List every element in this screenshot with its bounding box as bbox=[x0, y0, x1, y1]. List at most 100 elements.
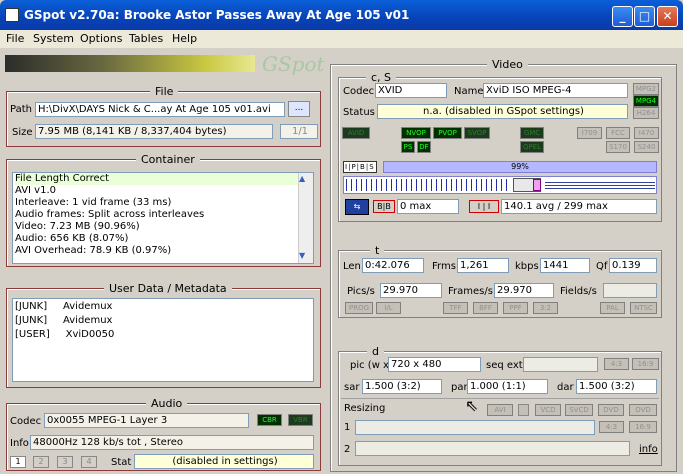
audio-info-field: 48000Hz 128 kb/s tot , Stereo bbox=[30, 435, 314, 450]
fields-field bbox=[603, 283, 657, 298]
path-field[interactable]: H:\DivX\DAYS Nick & C...ay At Age 105 v0… bbox=[35, 102, 285, 117]
size-field: 7.95 MB (8,141 KB / 8,337,404 bytes) bbox=[35, 124, 273, 139]
kbps-field: 1441 bbox=[540, 258, 590, 273]
avi-button[interactable]: AVI bbox=[487, 404, 513, 416]
timing-subgroup-title: t bbox=[370, 244, 385, 257]
resize-169-button[interactable]: 16:9 bbox=[629, 421, 657, 433]
scroll-down-icon[interactable]: ▼ bbox=[299, 251, 305, 260]
list-item: AVI v1.0 bbox=[15, 185, 56, 196]
tff-indicator: TFF bbox=[443, 302, 468, 314]
video-group-title: Video bbox=[487, 58, 528, 71]
bff-indicator: BFF bbox=[473, 302, 498, 314]
resize-row-1-label: 1 bbox=[344, 422, 351, 433]
audio-tab-2[interactable]: 2 bbox=[33, 456, 49, 468]
pics-field: 29.970 bbox=[380, 283, 442, 298]
svcd-button[interactable]: SVCD bbox=[565, 404, 593, 416]
resize-43-button[interactable]: 4:3 bbox=[599, 421, 624, 433]
gmc-indicator: GMC bbox=[520, 127, 544, 139]
bframe-icon: ⇆ bbox=[345, 199, 369, 215]
menu-file[interactable]: File bbox=[6, 32, 24, 45]
ar-169-button[interactable]: 16:9 bbox=[632, 358, 659, 370]
ip-avg-field: 140.1 avg / 299 max bbox=[501, 199, 657, 214]
resize-row-2-label: 2 bbox=[344, 444, 351, 455]
pics-label: Pics/s bbox=[347, 286, 375, 297]
ppf-indicator: PPF bbox=[503, 302, 528, 314]
container-scrollbar[interactable] bbox=[298, 173, 313, 263]
menu-help[interactable]: Help bbox=[172, 32, 197, 45]
dimensions-subgroup-title: d bbox=[367, 345, 384, 358]
resizing-label: Resizing bbox=[344, 403, 386, 414]
resize-row-1-field bbox=[355, 420, 595, 435]
size-label: Size bbox=[12, 127, 33, 138]
gop-ticks bbox=[346, 179, 511, 191]
menu-system[interactable]: System bbox=[33, 32, 74, 45]
list-item: Audio: 656 KB (8.07%) bbox=[15, 233, 129, 244]
divider bbox=[341, 398, 659, 399]
ar-43-button[interactable]: 4:3 bbox=[604, 358, 629, 370]
dar-field: 1.500 (3:2) bbox=[576, 379, 657, 394]
resize-row-2-field bbox=[355, 441, 630, 456]
sar-field: 1.500 (3:2) bbox=[362, 379, 442, 394]
vbr-indicator: VBR bbox=[288, 414, 313, 426]
dar-label: dar bbox=[557, 382, 574, 393]
minimize-button[interactable]: _ bbox=[612, 6, 633, 27]
video-status-label: Status bbox=[343, 107, 375, 118]
container-list[interactable]: File Length Correct AVI v1.0 Interleave:… bbox=[12, 172, 314, 264]
gop-lines bbox=[545, 180, 655, 191]
seqext-label: seq ext bbox=[486, 360, 523, 371]
info-link[interactable]: info bbox=[639, 444, 658, 455]
ovd-button[interactable]: OVD bbox=[629, 404, 657, 416]
audio-tab-3[interactable]: 3 bbox=[57, 456, 73, 468]
svop-indicator: SVOP bbox=[464, 127, 490, 139]
frame-types: I|P|B|S bbox=[343, 161, 377, 173]
vcd-button[interactable]: VCD bbox=[535, 404, 561, 416]
pic-field: 720 x 480 bbox=[388, 357, 481, 372]
audio-info-label: Info bbox=[10, 438, 29, 449]
frames-label: Frames/s bbox=[448, 286, 493, 297]
prog-indicator: PROG bbox=[345, 302, 373, 314]
bidir-max-field: 0 max bbox=[397, 199, 459, 214]
audio-group-title: Audio bbox=[146, 397, 188, 410]
list-item: Video: 7.23 MB (90.96%) bbox=[15, 221, 140, 232]
close-button[interactable]: ✕ bbox=[657, 6, 678, 27]
i470-indicator: I470 bbox=[634, 127, 659, 139]
list-item: [JUNK] Avidemux bbox=[15, 315, 113, 326]
mouse-cursor-icon: ⇖ bbox=[465, 396, 479, 415]
frms-field: 1,261 bbox=[457, 258, 509, 273]
h264-indicator: H264 bbox=[633, 107, 659, 119]
menu-options[interactable]: Options bbox=[80, 32, 122, 45]
cbr-indicator: CBR bbox=[257, 414, 282, 426]
logo-gradient bbox=[5, 55, 255, 72]
container-group-title: Container bbox=[136, 153, 200, 166]
app-icon bbox=[5, 8, 19, 22]
userdata-list[interactable]: [JUNK] Avidemux [JUNK] Avidemux [USER] X… bbox=[12, 298, 314, 382]
frms-label: Frms bbox=[432, 261, 456, 272]
ps-indicator: PS bbox=[401, 141, 415, 153]
kbps-label: kbps bbox=[515, 261, 539, 272]
page-indicator: 1/1 bbox=[280, 124, 318, 139]
browse-button[interactable]: ... bbox=[288, 101, 310, 117]
list-item: AVI Overhead: 78.9 KB (0.97%) bbox=[15, 245, 172, 256]
audio-tab-1[interactable]: 1 bbox=[10, 456, 26, 468]
window-title: GSpot v2.70a: Brooke Astor Passes Away A… bbox=[24, 8, 410, 22]
resize-spacer bbox=[518, 404, 529, 416]
dvd-button[interactable]: DVD bbox=[598, 404, 624, 416]
gop-pink-marker bbox=[533, 179, 541, 191]
stat-label: Stat bbox=[111, 457, 132, 468]
maximize-button[interactable]: □ bbox=[634, 6, 655, 27]
i709-indicator: I709 bbox=[577, 127, 602, 139]
video-name-label: Name bbox=[454, 86, 484, 97]
gspot-logo: GSpot bbox=[262, 52, 325, 76]
mpg2-indicator: MPG2 bbox=[633, 83, 659, 95]
audio-tab-4[interactable]: 4 bbox=[81, 456, 97, 468]
audio-codec-label: Codec bbox=[10, 416, 42, 427]
sar-label: sar bbox=[344, 382, 360, 393]
video-codec-label: Codec bbox=[343, 86, 375, 97]
s240-indicator: S240 bbox=[634, 141, 659, 153]
menu-tables[interactable]: Tables bbox=[129, 32, 163, 45]
scroll-up-icon[interactable]: ▲ bbox=[299, 174, 305, 183]
video-status-field: n.a. (disabled in GSpot settings) bbox=[377, 104, 628, 119]
list-item: [USER] XviD0050 bbox=[15, 329, 115, 340]
pvop-indicator: PVOP bbox=[433, 127, 462, 139]
nvop-indicator: NVOP bbox=[401, 127, 431, 139]
